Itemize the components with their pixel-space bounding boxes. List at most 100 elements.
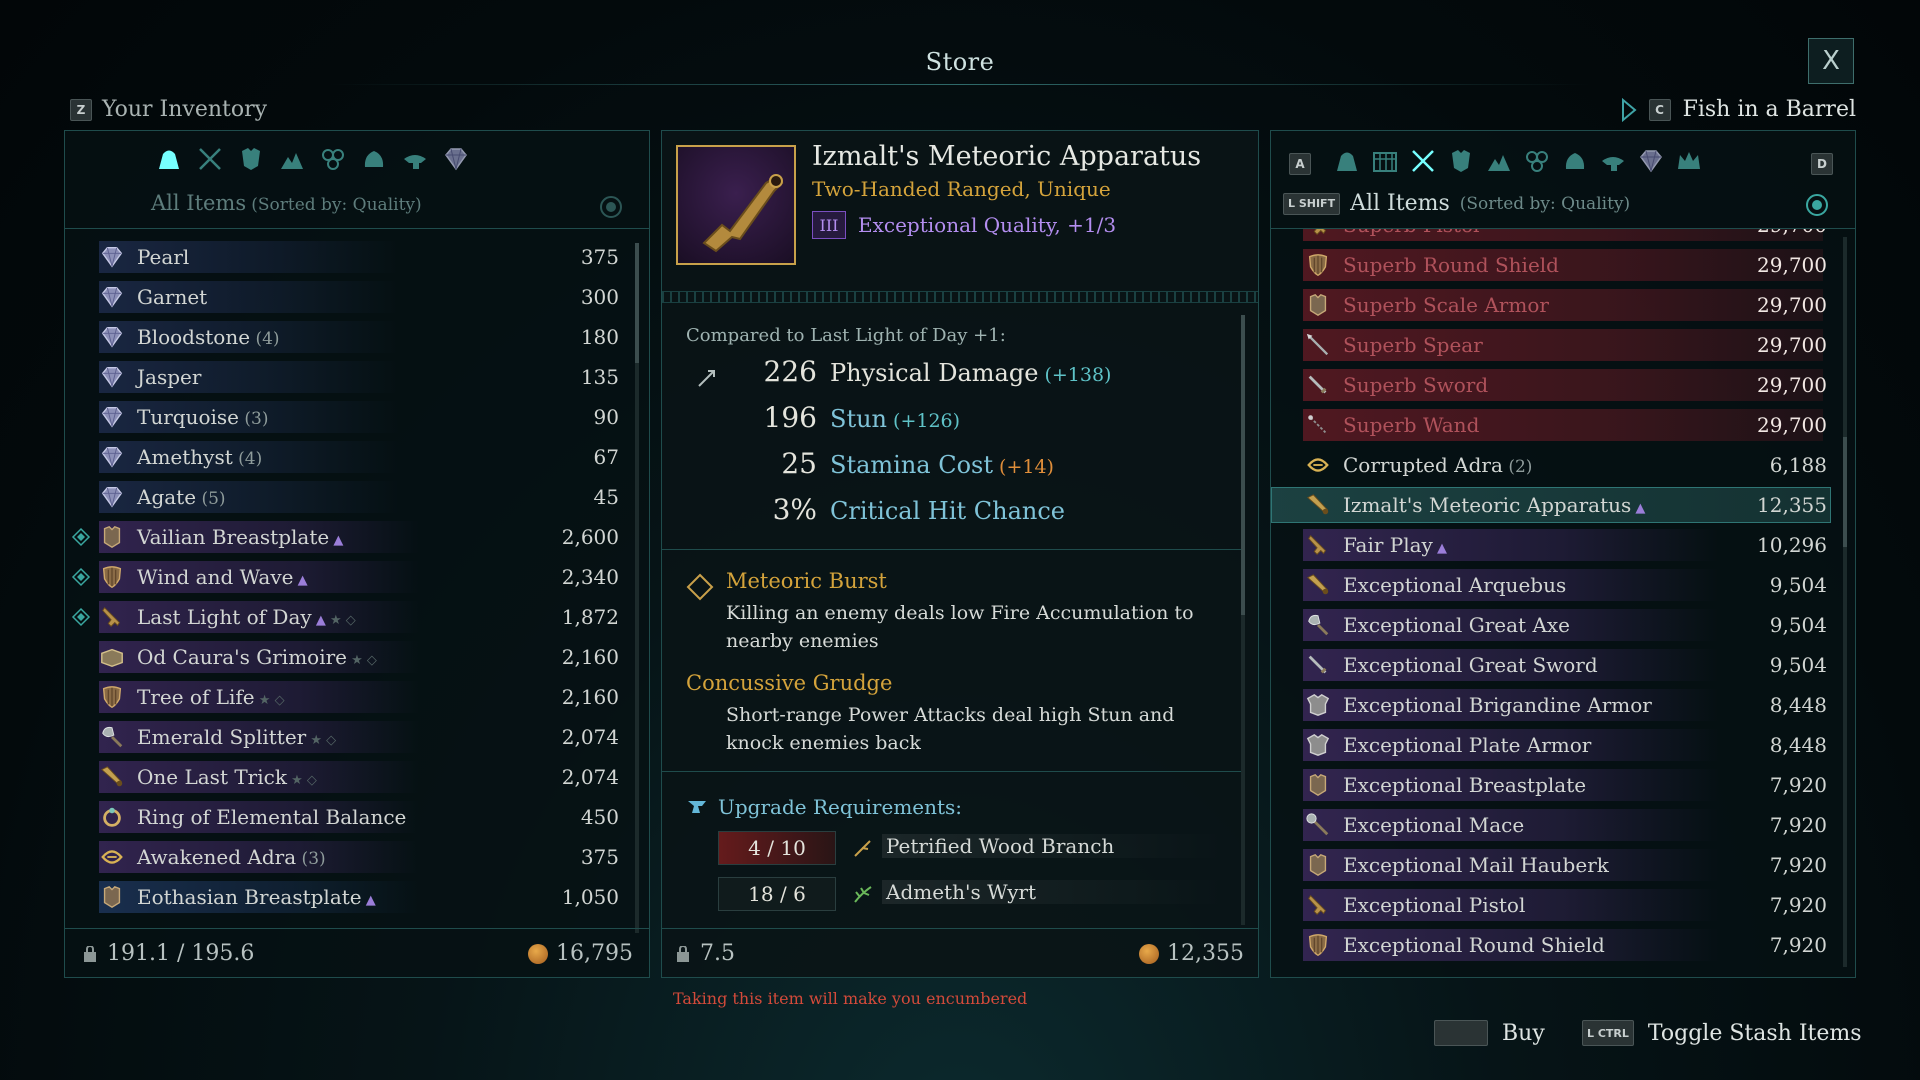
tab-bag-icon[interactable] xyxy=(1333,147,1361,175)
gem-icon xyxy=(101,407,123,428)
list-item[interactable]: Exceptional Mace 7,920 xyxy=(1271,805,1855,845)
pistol-icon xyxy=(102,606,121,627)
list-item[interactable]: Bloodstone (4) 180 xyxy=(65,317,649,357)
close-button[interactable]: X xyxy=(1808,38,1854,84)
list-item[interactable]: Pearl 375 xyxy=(65,237,649,277)
list-item[interactable]: Eothasian Breastplate ▲ 1,050 xyxy=(65,877,649,917)
filter-toggle-icon[interactable] xyxy=(599,195,623,219)
tab-bag-icon[interactable] xyxy=(155,145,183,173)
stat-label: Critical Hit Chance xyxy=(830,497,1065,525)
tab-weapons-icon[interactable] xyxy=(196,145,224,173)
list-item[interactable]: Corrupted Adra (2) 6,188 xyxy=(1271,445,1855,485)
tab-gem-icon[interactable] xyxy=(442,145,470,173)
tab-lamp-icon[interactable] xyxy=(1599,147,1627,175)
list-item[interactable]: Exceptional Round Shield 7,920 xyxy=(1271,925,1855,965)
tab-food-icon[interactable] xyxy=(1561,147,1589,175)
tab-ingredients-icon[interactable] xyxy=(1523,147,1551,175)
item-name: Exceptional Pistol xyxy=(1343,893,1526,917)
list-item[interactable]: Exceptional Arquebus 9,504 xyxy=(1271,565,1855,605)
stat-delta: (+138) xyxy=(1038,364,1112,386)
list-item[interactable]: Garnet 300 xyxy=(65,277,649,317)
modifier-icon: ★ ◇ xyxy=(306,733,337,748)
inventory-panel: All Items (Sorted by: Quality) Pearl 375 G… xyxy=(64,130,650,978)
vendor-scrollbar[interactable] xyxy=(1843,237,1847,967)
list-item[interactable]: Exceptional Brigandine Armor 8,448 xyxy=(1271,685,1855,725)
list-item[interactable]: Vailian Breastplate ▲ 2,600 xyxy=(65,517,649,557)
buy-action[interactable]: Buy xyxy=(1434,1020,1545,1046)
list-item[interactable]: Exceptional Great Sword 9,504 xyxy=(1271,645,1855,685)
spear-icon xyxy=(1306,333,1329,356)
upgrade-material-name: Admeth's Wyrt xyxy=(882,880,1222,904)
tab-armor-icon[interactable] xyxy=(1447,147,1475,175)
gem-icon xyxy=(101,287,123,308)
filter-label: All Items xyxy=(1350,191,1450,216)
tab-food-icon[interactable] xyxy=(360,145,388,173)
toggle-stash-action[interactable]: L CTRL Toggle Stash Items xyxy=(1582,1020,1862,1046)
tab-weapons-icon[interactable] xyxy=(1409,147,1437,175)
list-item[interactable]: Amethyst (4) 67 xyxy=(65,437,649,477)
item-price: 7,920 xyxy=(1769,773,1827,797)
list-item[interactable]: Tree of Life ★ ◇ 2,160 xyxy=(65,677,649,717)
list-item[interactable]: Exceptional Plate Armor 8,448 xyxy=(1271,725,1855,765)
list-item[interactable]: Superb Scale Armor 29,700 xyxy=(1271,285,1855,325)
stats-divider xyxy=(662,549,1242,550)
list-item[interactable]: Izmalt's Meteoric Apparatus ▲ 12,355 xyxy=(1271,485,1855,525)
inventory-scrollbar[interactable] xyxy=(635,243,639,933)
tab-ingredients-icon[interactable] xyxy=(319,145,347,173)
tab-materials-icon[interactable] xyxy=(278,145,306,173)
arrow-right-icon[interactable] xyxy=(1621,97,1637,122)
list-item[interactable]: Emerald Splitter ★ ◇ 2,074 xyxy=(65,717,649,757)
upgradeable-icon: ▲ xyxy=(361,893,376,908)
filter-toggle-icon[interactable] xyxy=(1805,193,1829,217)
upgrade-requirement-list: 4 / 10 Petrified Wood Branch 18 / 6 Admeth'… xyxy=(662,831,1258,931)
item-name: Exceptional Mace xyxy=(1343,813,1525,837)
list-item[interactable]: Jasper 135 xyxy=(65,357,649,397)
list-item[interactable]: Turquoise (3) 90 xyxy=(65,397,649,437)
list-item[interactable]: Superb Wand 29,700 xyxy=(1271,405,1855,445)
equipped-icon xyxy=(71,527,91,547)
key-z[interactable]: Z xyxy=(70,98,92,121)
list-item[interactable]: Awakened Adra (3) 375 xyxy=(65,837,649,877)
key-c[interactable]: C xyxy=(1648,98,1671,121)
list-item[interactable]: Exceptional Pistol 7,920 xyxy=(1271,885,1855,925)
key-a[interactable]: A xyxy=(1289,153,1311,175)
tab-gem-icon[interactable] xyxy=(1637,147,1665,175)
inventory-filter[interactable]: All Items (Sorted by: Quality) xyxy=(151,191,422,215)
tab-materials-icon[interactable] xyxy=(1485,147,1513,175)
list-item[interactable]: Superb Spear 29,700 xyxy=(1271,325,1855,365)
list-item[interactable]: Wind and Wave ▲ 2,340 xyxy=(65,557,649,597)
tab-lamp-icon[interactable] xyxy=(401,145,429,173)
key-lctrl[interactable]: L CTRL xyxy=(1582,1020,1634,1046)
list-item[interactable]: Exceptional Mail Hauberk 7,920 xyxy=(1271,845,1855,885)
key-lshift[interactable]: L SHIFT xyxy=(1283,192,1341,215)
axe-icon xyxy=(102,726,123,748)
detail-scrollbar[interactable] xyxy=(1241,315,1245,925)
key-space[interactable] xyxy=(1434,1020,1488,1046)
item-name: Od Caura's Grimoire xyxy=(137,645,347,669)
item-price: 9,504 xyxy=(1769,613,1827,637)
branch-icon xyxy=(854,840,871,857)
list-item[interactable]: Superb Round Shield 29,700 xyxy=(1271,245,1855,285)
list-item[interactable]: Agate (5) 45 xyxy=(65,477,649,517)
pistol-icon xyxy=(1313,229,1327,235)
list-item[interactable]: One Last Trick ★ ◇ 2,074 xyxy=(65,757,649,797)
item-name: One Last Trick xyxy=(137,765,287,789)
tab-box-icon[interactable] xyxy=(1371,147,1399,175)
list-item[interactable]: Od Caura's Grimoire ★ ◇ 2,160 xyxy=(65,637,649,677)
vendor-filter[interactable]: L SHIFT All Items (Sorted by: Quality) xyxy=(1283,191,1630,216)
list-item[interactable]: Superb Pistol 29,700 xyxy=(1271,229,1855,245)
weight-icon xyxy=(677,945,689,962)
list-item[interactable]: Exceptional Great Axe 9,504 xyxy=(1271,605,1855,645)
toggle-stash-label: Toggle Stash Items xyxy=(1647,1020,1862,1046)
list-item[interactable]: Exceptional Breastplate 7,920 xyxy=(1271,765,1855,805)
list-item[interactable]: Superb Sword 29,700 xyxy=(1271,365,1855,405)
item-name: Eothasian Breastplate xyxy=(137,885,362,909)
list-item[interactable]: Last Light of Day ▲ ★ ◇ 1,872 xyxy=(65,597,649,637)
list-item[interactable]: Ring of Elemental Balance 450 xyxy=(65,797,649,837)
key-d[interactable]: D xyxy=(1811,153,1833,175)
gem-icon xyxy=(101,327,123,348)
tab-crown-icon[interactable] xyxy=(1675,147,1703,175)
list-item[interactable]: Fair Play ▲ 10,296 xyxy=(1271,525,1855,565)
tab-armor-icon[interactable] xyxy=(237,145,265,173)
stat-value: 226 xyxy=(763,355,817,388)
